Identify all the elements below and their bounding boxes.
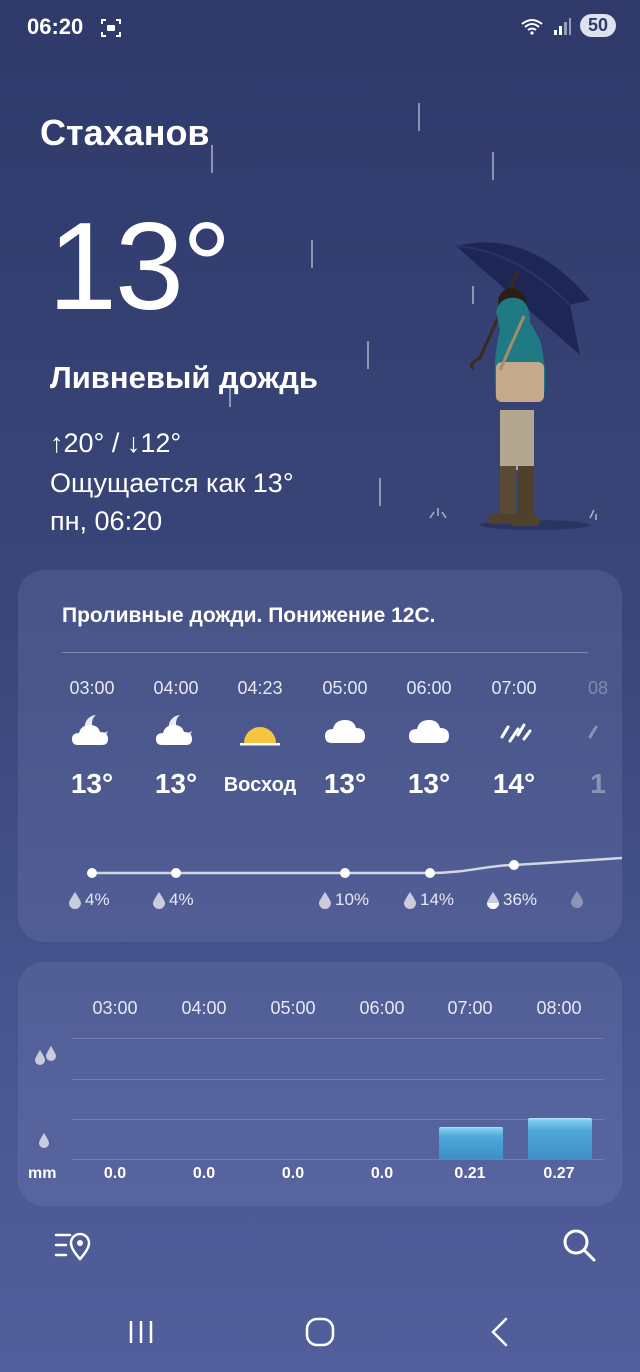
cloud-moon-icon: [72, 715, 108, 745]
status-icons: 50: [520, 14, 616, 37]
hourly-temp: 14°: [492, 768, 536, 799]
unit-label: mm: [28, 1165, 57, 1182]
precip-amount: 0.27: [543, 1165, 575, 1182]
high-low-temperature: ↑20° / ↓12°: [50, 428, 182, 458]
hourly-time: 04:00: [153, 678, 199, 698]
city-name: Стаханов: [40, 112, 210, 153]
hourly-item[interactable]: 07:00 14°: [472, 678, 556, 800]
forecast-summary: Проливные дожди. Понижение 12С.: [62, 604, 436, 627]
hourly-item[interactable]: 05:00 13°: [303, 678, 387, 800]
hourly-item[interactable]: 03:00 13°: [50, 678, 134, 800]
rain-icon: [500, 723, 532, 743]
precip-value: 14%: [420, 890, 455, 909]
rain-icon: [588, 725, 598, 739]
precip-amount: 0.0: [103, 1165, 127, 1182]
precip-chance: 14%: [403, 890, 454, 910]
hourly-temp: 13°: [154, 768, 198, 799]
hourly-time: 04:23: [237, 678, 283, 698]
hourly-forecast-card[interactable]: Проливные дожди. Понижение 12С. 03:00 13…: [18, 570, 622, 942]
hourly-time-partial: 08: [587, 678, 609, 698]
chart-gridline: [72, 1079, 604, 1080]
hourly-time: 03:00: [69, 678, 115, 698]
precip-time: 06:00: [359, 998, 405, 1018]
hourly-time: 05:00: [322, 678, 368, 698]
recent-apps-icon[interactable]: [126, 1318, 156, 1346]
hourly-temp: 13°: [407, 768, 451, 799]
chart-gridline: [72, 1159, 604, 1160]
hourly-item[interactable]: 04:23 Восход: [218, 678, 302, 797]
raindrop-icon: [404, 892, 416, 909]
wifi-icon: [521, 18, 543, 35]
home-icon[interactable]: [304, 1316, 336, 1348]
divider: [62, 652, 588, 653]
precip-chance-partial: [570, 890, 584, 908]
current-temperature: 13°: [48, 198, 232, 336]
rain-streak: [211, 145, 213, 173]
raindrop-half-icon: [487, 892, 499, 909]
raindrop-icon: [69, 892, 81, 909]
precip-time: 04:00: [181, 998, 227, 1018]
light-rain-drop-icon: [39, 1133, 49, 1148]
precip-time: 08:00: [536, 998, 582, 1018]
precip-chance: 4%: [152, 890, 194, 910]
precip-amount: 0.0: [370, 1165, 394, 1182]
precip-chance: 4%: [68, 890, 110, 910]
search-icon[interactable]: [560, 1226, 598, 1264]
precip-value: 10%: [335, 890, 370, 909]
feels-like: Ощущается как 13°: [50, 468, 294, 498]
temperature-trend-line: [87, 856, 622, 878]
hourly-temp: 13°: [323, 768, 367, 799]
rain-streak: [492, 152, 494, 180]
back-icon[interactable]: [486, 1316, 514, 1348]
hourly-item[interactable]: 04:00 13°: [134, 678, 218, 800]
hourly-time: 07:00: [491, 678, 537, 698]
rain-streak: [379, 478, 381, 506]
precip-value: 4%: [85, 890, 110, 909]
signal-icon: [553, 17, 571, 35]
precip-time: 05:00: [270, 998, 316, 1018]
rain-streak: [311, 240, 313, 268]
precip-bar: [528, 1118, 592, 1159]
raindrop-icon: [319, 892, 331, 909]
cloud-icon: [325, 720, 365, 743]
precip-time: 07:00: [447, 998, 493, 1018]
hourly-item-partial[interactable]: 08 1: [556, 678, 622, 800]
precip-amount: 0.0: [192, 1165, 216, 1182]
hourly-temp-partial: 1: [590, 768, 606, 799]
screen-recorder-icon: [101, 19, 121, 37]
cloud-moon-icon: [156, 715, 192, 745]
hourly-temp: Восход: [223, 774, 297, 796]
chart-gridline: [72, 1119, 604, 1120]
precip-value: 36%: [503, 890, 538, 909]
precip-bar: [439, 1127, 503, 1159]
chart-gridline: [72, 1038, 604, 1039]
sunrise-icon: [240, 727, 280, 746]
hourly-time: 06:00: [406, 678, 452, 698]
date-time: пн, 06:20: [50, 506, 163, 536]
hourly-item[interactable]: 06:00 13°: [387, 678, 471, 800]
rain-streak: [418, 103, 420, 131]
status-time: 06:20: [27, 14, 84, 39]
umbrella-person-illustration: [429, 242, 597, 530]
weather-condition: Ливневый дождь: [50, 360, 318, 395]
raindrop-icon: [571, 891, 583, 908]
rain-streak: [367, 341, 369, 369]
hourly-temp: 13°: [70, 768, 114, 799]
precip-amount: 0.21: [454, 1165, 486, 1182]
cloud-icon: [409, 720, 449, 743]
battery-indicator: 50: [579, 14, 616, 37]
precipitation-card[interactable]: 03:00 04:00 05:00 06:00 07:00 08:00 mm 0…: [18, 962, 622, 1206]
precip-time: 03:00: [92, 998, 138, 1018]
precip-amount: 0.0: [281, 1165, 305, 1182]
raindrop-icon: [153, 892, 165, 909]
heavy-rain-drops-icon: [35, 1046, 56, 1065]
precip-chance: 10%: [318, 890, 369, 910]
precip-chance: 36%: [486, 890, 537, 910]
manage-locations-button[interactable]: [54, 1228, 92, 1262]
precip-value: 4%: [169, 890, 194, 909]
